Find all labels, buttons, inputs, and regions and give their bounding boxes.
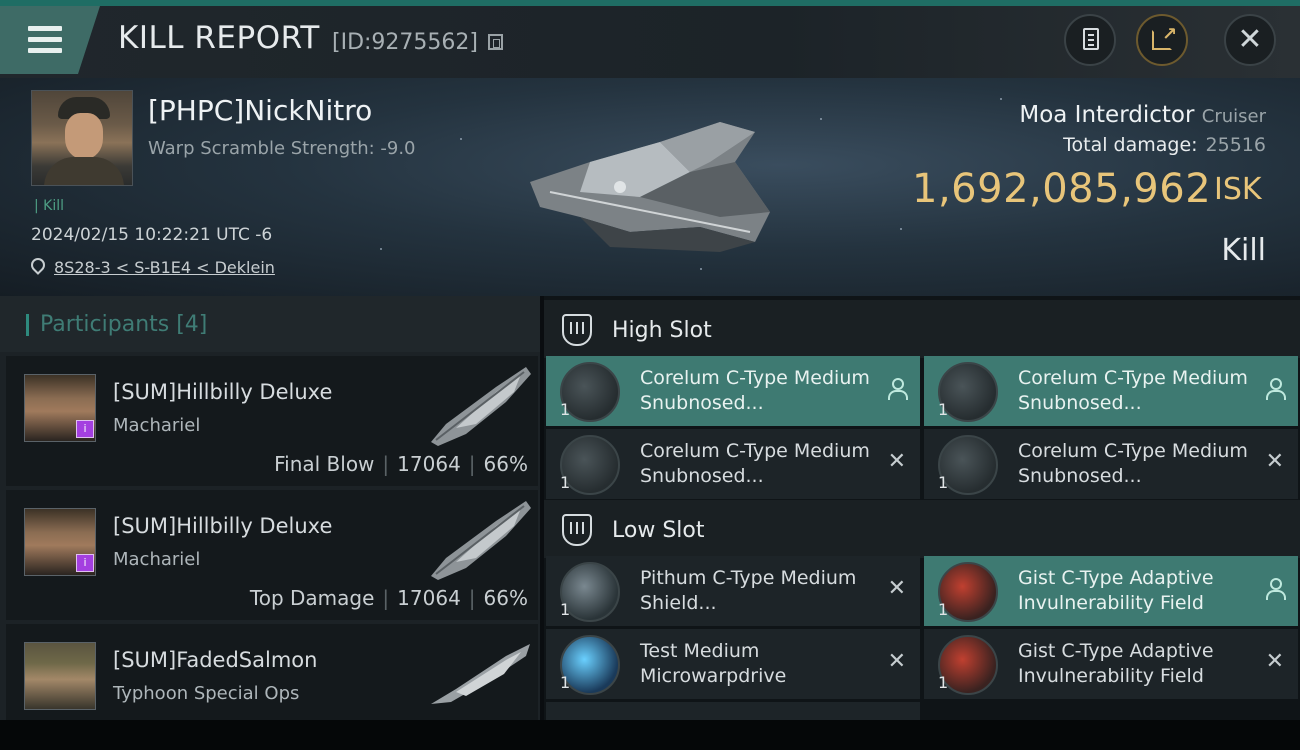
high-slot-icon [562,314,592,346]
participants-header: Participants [4] [0,296,540,352]
share-arrow-icon: ↗ [1162,24,1178,45]
participant-ship: Typhoon Special Ops [113,683,300,704]
module-name: Pithum C-Type Medium Shield... [640,567,857,614]
fitted-person-icon [1266,378,1286,400]
participant-name: [SUM]FadedSalmon [113,648,318,672]
header-accent-line [0,0,1300,6]
hamburger-icon-bar [28,37,62,42]
participant-name: [SUM]Hillbilly Deluxe [113,380,333,404]
destroyed-x-icon: ✕ [887,449,906,474]
module-name: Gist C-Type Adaptive Invulnerability Fie… [1018,640,1214,687]
module-slot[interactable]: 1 Test Medium Microwarpdrive ✕ [546,629,920,699]
module-name: Corelum C-Type Medium Snubnosed... [1018,367,1248,414]
corp-badge-icon: i [76,420,94,438]
module-slot[interactable]: 1 Corelum C-Type Medium Snubnosed... [546,356,920,426]
report-id: [ID:9275562] [332,30,478,55]
hamburger-icon [28,26,62,31]
participant-stats: Final Blow | 17064 | 66% [274,452,528,476]
participant-name: [SUM]Hillbilly Deluxe [113,514,333,538]
participant-stats: Top Damage | 17064 | 66% [249,586,528,610]
participant-ship: Machariel [113,549,201,570]
fitted-person-icon [888,378,908,400]
victim-portrait[interactable] [31,90,133,186]
participant-row[interactable]: i [SUM]Hillbilly Deluxe Machariel Final … [6,356,538,486]
participant-row[interactable]: i [SUM]Hillbilly Deluxe Machariel Top Da… [6,490,538,620]
clipboard-icon [1083,28,1099,50]
victim-attribute: Warp Scramble Strength: -9.0 [148,138,416,159]
participants-panel: Participants [4] i [SUM]Hillbilly Deluxe… [0,296,540,720]
fitting-panel: High Slot 1 Corelum C-Type Medium Snubno… [544,296,1300,720]
share-button[interactable]: ↗ [1136,14,1188,66]
menu-button[interactable] [0,6,100,74]
victim-ship-image [530,122,770,252]
low-slot-header: Low Slot [544,500,1300,558]
module-slot[interactable]: 1 Corelum C-Type Medium Snubnosed... [924,356,1298,426]
module-slot-partial[interactable] [546,702,920,720]
module-slot[interactable]: 1 Gist C-Type Adaptive Invulnerability F… [924,556,1298,626]
victim-ship-name[interactable]: Moa Interdictor Cruiser [1019,102,1266,128]
destroyed-x-icon: ✕ [1265,449,1284,474]
destroyed-x-icon: ✕ [887,649,906,674]
victim-summary: [PHPC]NickNitro Warp Scramble Strength: … [0,78,1300,296]
module-slot[interactable]: 1 Corelum C-Type Medium Snubnosed... ✕ [924,429,1298,499]
kill-tag: | Kill [34,198,65,214]
bottom-edge [0,720,1300,750]
copy-icon[interactable] [488,34,503,50]
participant-portrait[interactable] [24,642,96,710]
destroyed-x-icon: ✕ [1265,649,1284,674]
location-link[interactable]: 8S28-3 < S-B1E4 < Deklein [54,258,275,277]
module-name: Gist C-Type Adaptive Invulnerability Fie… [1018,567,1214,614]
module-name: Corelum C-Type Medium Snubnosed... [1018,440,1248,487]
module-slot[interactable]: 1 Corelum C-Type Medium Snubnosed... ✕ [546,429,920,499]
location-pin-icon [28,255,48,275]
module-name: Corelum C-Type Medium Snubnosed... [640,440,870,487]
kill-datetime: 2024/02/15 10:22:21 UTC -6 [31,225,273,245]
top-bar: KILL REPORT [ID:9275562] ↗ ✕ [0,0,1300,78]
isk-unit: ISK [1214,172,1262,207]
participant-row[interactable]: [SUM]FadedSalmon Typhoon Special Ops [6,624,538,720]
close-button[interactable]: ✕ [1224,14,1276,66]
total-damage: Total damage: 25516 [1063,134,1266,156]
result-label: Kill [1221,233,1266,268]
module-slot[interactable]: 1 Gist C-Type Adaptive Invulnerability F… [924,629,1298,699]
clipboard-button[interactable] [1064,14,1116,66]
close-icon: ✕ [1237,22,1263,57]
high-slot-header: High Slot [544,300,1300,358]
destroyed-x-icon: ✕ [887,576,906,601]
module-name: Corelum C-Type Medium Snubnosed... [640,367,870,414]
participant-ship-image [431,501,531,580]
page-title: KILL REPORT [118,20,320,56]
isk-value: 1,692,085,962 [912,166,1212,212]
low-slot-icon [562,514,592,546]
participant-ship: Machariel [113,415,201,436]
victim-name[interactable]: [PHPC]NickNitro [148,94,372,127]
fitted-person-icon [1266,578,1286,600]
module-slot[interactable]: 1 Pithum C-Type Medium Shield... ✕ [546,556,920,626]
module-name: Test Medium Microwarpdrive [640,640,787,687]
participant-ship-image [431,644,530,704]
hamburger-icon-bar [28,48,62,53]
corp-badge-icon: i [76,554,94,572]
participant-ship-image [431,367,531,446]
